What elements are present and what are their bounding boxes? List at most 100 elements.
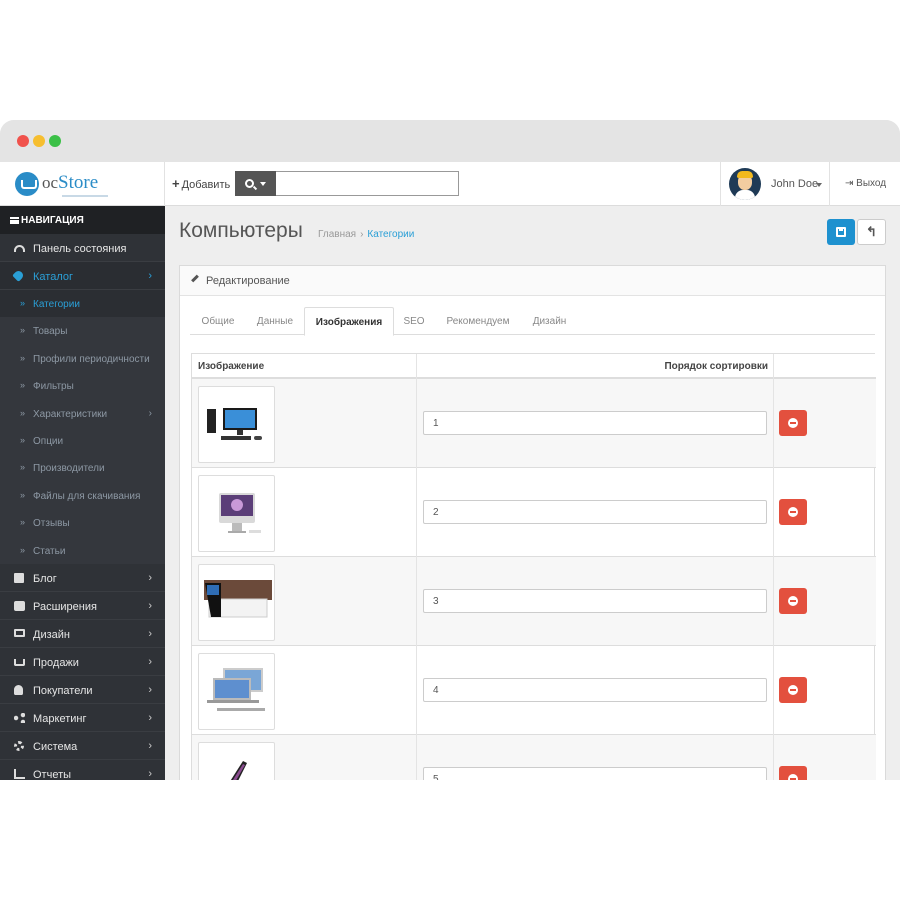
- browser-window: ocStore + Добавить John Doe ⇥ Выход НАВИГ…: [0, 120, 900, 780]
- tablet-image[interactable]: [198, 742, 275, 780]
- user-name: John Doe: [771, 178, 819, 190]
- column-divider: [416, 354, 417, 780]
- search-type-button[interactable]: [235, 171, 276, 196]
- images-table: Изображение Порядок сортировки: [191, 353, 876, 780]
- sort-order-input[interactable]: [423, 411, 767, 435]
- panel-heading: Редактирование: [180, 266, 885, 296]
- sidebar-item-dashboard[interactable]: Панель состояния: [0, 234, 165, 262]
- cart-logo-icon: [15, 172, 39, 196]
- sidebar-subitem-options[interactable]: » Опции: [0, 426, 165, 455]
- chevron-right-icon: ›: [148, 270, 152, 282]
- minus-circle-icon: [788, 685, 798, 695]
- sidebar-subitem-articles[interactable]: » Статьи: [0, 536, 165, 564]
- chevron-right-icon: ›: [148, 655, 152, 668]
- tab-data[interactable]: Данные: [246, 307, 304, 335]
- maximize-window-button[interactable]: [49, 135, 61, 147]
- sidebar-item-design[interactable]: Дизайн ›: [0, 619, 165, 648]
- logo-text: ocStore: [42, 172, 99, 193]
- chevron-right-icon: ›: [148, 571, 152, 584]
- save-button[interactable]: [827, 219, 855, 245]
- remove-image-button[interactable]: [779, 588, 807, 614]
- close-window-button[interactable]: [17, 135, 29, 147]
- sidebar-item-blog[interactable]: Блог ›: [0, 563, 165, 592]
- tab-seo[interactable]: SEO: [394, 307, 434, 335]
- sidebar-subitem-downloads[interactable]: » Файлы для скачивания: [0, 481, 165, 510]
- sort-order-input[interactable]: [423, 767, 767, 780]
- angle-double-right-icon: »: [20, 434, 26, 445]
- add-button-label: Добавить: [181, 179, 231, 191]
- avatar: [729, 168, 761, 200]
- tab-design[interactable]: Дизайн: [522, 307, 577, 335]
- sidebar-item-sales[interactable]: Продажи ›: [0, 647, 165, 676]
- angle-double-right-icon: »: [20, 517, 26, 528]
- angle-double-right-icon: »: [20, 544, 26, 555]
- minus-circle-icon: [788, 596, 798, 606]
- tab-general[interactable]: Общие: [190, 307, 246, 335]
- sort-order-input[interactable]: [423, 589, 767, 613]
- angle-double-right-icon: »: [20, 489, 26, 500]
- minimize-window-button[interactable]: [33, 135, 45, 147]
- column-divider: [773, 354, 774, 780]
- cart-icon: [14, 658, 25, 666]
- sidebar-item-catalog[interactable]: Каталог ›: [0, 262, 165, 290]
- breadcrumb: Главная › Категории: [318, 229, 415, 240]
- angle-double-right-icon: »: [20, 380, 26, 391]
- sort-order-input[interactable]: [423, 678, 767, 702]
- sort-order-input[interactable]: [423, 500, 767, 524]
- remove-image-button[interactable]: [779, 677, 807, 703]
- bar-chart-icon: [14, 768, 25, 779]
- angle-double-right-icon: »: [20, 298, 26, 308]
- sidebar-subitem-products[interactable]: » Товары: [0, 317, 165, 345]
- sidebar-item-extensions[interactable]: Расширения ›: [0, 591, 165, 620]
- user-icon: [14, 684, 23, 695]
- breadcrumb-home[interactable]: Главная: [318, 229, 356, 240]
- chevron-down-icon: [816, 183, 822, 187]
- search-input[interactable]: [276, 171, 459, 196]
- tab-images[interactable]: Изображения: [304, 307, 394, 336]
- book-icon: [14, 572, 24, 583]
- desktop-pc-image[interactable]: [198, 386, 275, 463]
- back-button[interactable]: ↰: [857, 219, 886, 245]
- edit-panel: Редактирование Общие Данные Изображения …: [179, 265, 886, 780]
- chevron-right-icon: ›: [148, 739, 152, 752]
- panel-title: Редактирование: [206, 275, 290, 287]
- sidebar-item-marketing[interactable]: Маркетинг ›: [0, 703, 165, 732]
- plus-icon: +: [172, 176, 180, 191]
- minus-circle-icon: [788, 774, 798, 780]
- monitor-icon: [14, 628, 25, 637]
- add-button[interactable]: + Добавить: [172, 176, 230, 191]
- column-header-image: Изображение: [198, 361, 265, 372]
- remove-image-button[interactable]: [779, 499, 807, 525]
- sidebar-subitem-reviews[interactable]: » Отзывы: [0, 509, 165, 537]
- chevron-right-icon: ›: [148, 407, 152, 419]
- remove-image-button[interactable]: [779, 410, 807, 436]
- sidebar-item-reports[interactable]: Отчеты ›: [0, 759, 165, 780]
- nav-header[interactable]: НАВИГАЦИЯ: [0, 206, 165, 234]
- sidebar-item-system[interactable]: Система ›: [0, 731, 165, 760]
- breadcrumb-categories[interactable]: Категории: [367, 229, 414, 240]
- remove-image-button[interactable]: [779, 766, 807, 780]
- laptop-image[interactable]: [198, 564, 275, 641]
- sidebar-subitem-categories[interactable]: » Категории: [0, 290, 165, 318]
- sidebar-item-customers[interactable]: Покупатели ›: [0, 675, 165, 704]
- logout-link[interactable]: ⇥ Выход: [845, 178, 886, 189]
- sidebar-subitem-attributes[interactable]: » Характеристики ›: [0, 399, 165, 427]
- sidebar-navigation: НАВИГАЦИЯ Панель состояния Каталог › » Ка…: [0, 206, 165, 780]
- sidebar-subitem-manufacturers[interactable]: » Производители: [0, 454, 165, 482]
- chevron-right-icon: ›: [148, 683, 152, 696]
- column-header-sort-order: Порядок сортировки: [664, 361, 768, 372]
- sidebar-subitem-filters[interactable]: » Фильтры: [0, 372, 165, 400]
- tab-recommended[interactable]: Рекомендуем: [434, 307, 522, 335]
- angle-double-right-icon: »: [20, 352, 26, 363]
- angle-double-right-icon: »: [20, 462, 26, 473]
- imac-image[interactable]: [198, 475, 275, 552]
- sidebar-subitem-recurring[interactable]: » Профили периодичности: [0, 344, 165, 373]
- macbook-family-image[interactable]: [198, 653, 275, 730]
- chevron-right-icon: ›: [148, 767, 152, 780]
- pencil-icon: [191, 274, 199, 283]
- user-menu[interactable]: John Doe: [720, 162, 830, 206]
- main-content: Компьютеры Главная › Категории ↰ Редактиро…: [165, 206, 900, 780]
- store-logo[interactable]: ocStore: [0, 162, 165, 206]
- chevron-right-icon: ›: [148, 711, 152, 724]
- tab-bar: Общие Данные Изображения SEO Рекомендуем…: [190, 307, 875, 336]
